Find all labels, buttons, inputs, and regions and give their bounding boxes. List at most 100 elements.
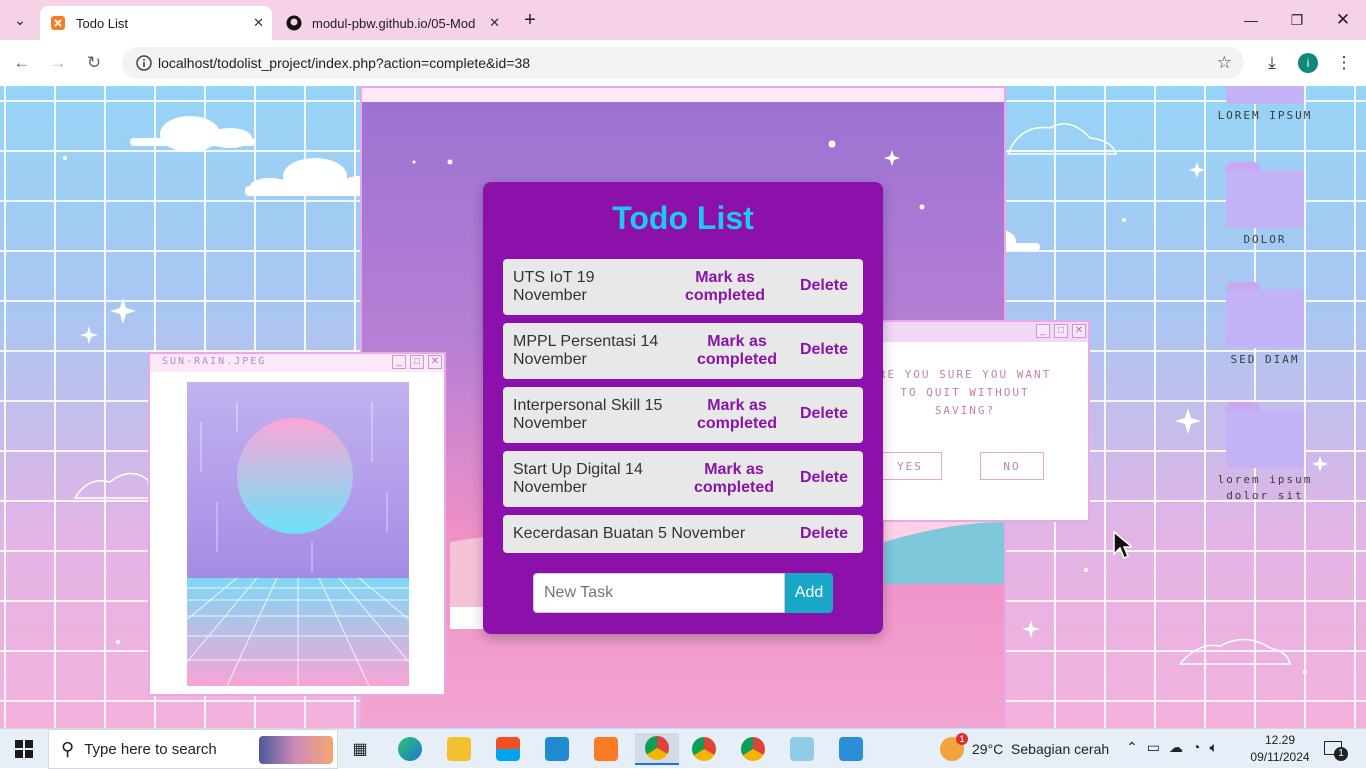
notepad-app[interactable] bbox=[782, 733, 822, 765]
mark-completed-link[interactable]: Mark as completed bbox=[687, 461, 781, 497]
chrome-profile-k-app[interactable] bbox=[684, 733, 724, 765]
delete-link[interactable]: Delete bbox=[800, 469, 848, 487]
menu-button[interactable]: ⋮ bbox=[1332, 51, 1356, 75]
maximize-icon[interactable]: □ bbox=[410, 355, 424, 369]
add-button[interactable]: Add bbox=[785, 573, 833, 613]
address-bar[interactable]: localhost/todolist_project/index.php?act… bbox=[122, 47, 1244, 79]
task-item: UTS IoT 19 November Mark as completed De… bbox=[503, 259, 863, 315]
start-button[interactable] bbox=[4, 733, 44, 765]
close-icon[interactable]: ✕ bbox=[428, 355, 442, 369]
restore-button[interactable]: ❐ bbox=[1274, 0, 1320, 40]
dialog-yes-button[interactable]: YES bbox=[878, 452, 942, 480]
reload-button[interactable]: ↻ bbox=[82, 51, 106, 75]
mark-completed-link[interactable]: Mark as completed bbox=[679, 269, 771, 305]
file-explorer-app[interactable] bbox=[439, 733, 479, 765]
new-task-input[interactable] bbox=[533, 573, 785, 613]
tab-modul-pbw[interactable]: modul-pbw.github.io/05-Modul ✕ bbox=[276, 6, 508, 40]
forward-button[interactable]: → bbox=[46, 51, 70, 75]
xampp-app[interactable] bbox=[586, 733, 626, 765]
edge-app[interactable] bbox=[390, 733, 430, 765]
task-item: Start Up Digital 14 November Mark as com… bbox=[503, 451, 863, 507]
folder-icon bbox=[1226, 282, 1304, 348]
tab-todo-list[interactable]: Todo List ✕ bbox=[40, 6, 272, 40]
search-placeholder: Type here to search bbox=[84, 740, 217, 758]
dialog-no-button[interactable]: NO bbox=[980, 452, 1044, 480]
image-window: SUN-RAIN.JPEG _ □ ✕ bbox=[148, 352, 446, 696]
desktop-folder[interactable]: LOREM IPSUM bbox=[1218, 86, 1310, 124]
reload-icon: ↻ bbox=[86, 53, 102, 72]
window-titlebar: SUN-RAIN.JPEG _ □ ✕ bbox=[150, 354, 444, 372]
task-item-completed: Kecerdasan Buatan 5 November Delete bbox=[503, 515, 863, 553]
folder-icon bbox=[1226, 162, 1304, 228]
delete-link[interactable]: Delete bbox=[800, 341, 848, 359]
search-icon: ⚲ bbox=[61, 738, 75, 759]
downloads-button[interactable]: ⤓ bbox=[1260, 51, 1284, 75]
back-button[interactable]: ← bbox=[10, 51, 34, 75]
kebab-menu-icon: ⋮ bbox=[1335, 53, 1353, 72]
desktop-folder[interactable]: lorem ipsum dolor sit bbox=[1218, 402, 1310, 504]
quit-dialog-window: _ □ ✕ RE YOU SURE YOU WANT TO QUIT WITHO… bbox=[868, 320, 1090, 522]
chevron-up-icon[interactable]: ⌃ bbox=[1126, 739, 1138, 756]
notification-center-button[interactable]: 1 bbox=[1322, 739, 1348, 761]
weather-widget[interactable]: 1 29°C Sebagian cerah bbox=[940, 733, 1109, 761]
delete-link[interactable]: Delete bbox=[800, 277, 848, 295]
close-tab-icon[interactable]: ✕ bbox=[253, 15, 264, 31]
cloud-icon[interactable]: ☁ bbox=[1169, 739, 1183, 756]
page-background: SUN-RAIN.JPEG _ □ ✕ _ □ ✕ RE YOU SURE YO… bbox=[0, 86, 1366, 728]
chrome-app-active[interactable] bbox=[635, 733, 679, 765]
browser-toolbar: ← → ↻ localhost/todolist_project/index.p… bbox=[0, 40, 1366, 86]
notepad-icon bbox=[790, 737, 814, 761]
taskbar-search-box[interactable]: ⚲ Type here to search bbox=[48, 729, 338, 769]
folder-label: LOREM IPSUM bbox=[1217, 109, 1313, 122]
volume-icon[interactable]: 🔈︎ bbox=[1209, 739, 1217, 756]
store-icon bbox=[496, 737, 520, 761]
folder-icon bbox=[1226, 402, 1304, 468]
weather-icon: 1 bbox=[940, 733, 968, 761]
new-tab-button[interactable]: + bbox=[508, 0, 552, 40]
desktop-folder[interactable]: DOLOR bbox=[1226, 162, 1304, 248]
windows-icon bbox=[15, 740, 33, 758]
minimize-button[interactable]: — bbox=[1228, 0, 1274, 40]
tab-title: Todo List bbox=[76, 15, 129, 31]
bookmark-star-icon[interactable]: ☆ bbox=[1217, 53, 1232, 73]
chrome-icon bbox=[645, 736, 669, 760]
site-info-icon[interactable] bbox=[132, 55, 156, 71]
close-window-button[interactable]: ✕ bbox=[1320, 0, 1366, 40]
minimize-icon[interactable]: _ bbox=[1036, 324, 1050, 338]
task-item: MPPL Persentasi 14 November Mark as comp… bbox=[503, 323, 863, 379]
url-text: localhost/todolist_project/index.php?act… bbox=[158, 55, 531, 71]
paint-app[interactable] bbox=[831, 733, 871, 765]
window-title: SUN-RAIN.JPEG bbox=[162, 356, 267, 367]
close-icon[interactable]: ✕ bbox=[1072, 324, 1086, 338]
minimize-icon[interactable]: _ bbox=[392, 355, 406, 369]
github-icon bbox=[286, 15, 302, 31]
plus-icon: + bbox=[524, 8, 536, 31]
folder-label: lorem ipsum dolor sit bbox=[1217, 473, 1313, 502]
desktop-folder[interactable]: SED DIAM bbox=[1226, 282, 1304, 368]
download-icon: ⤓ bbox=[1268, 53, 1276, 72]
mark-completed-link[interactable]: Mark as completed bbox=[689, 333, 785, 369]
task-text: UTS IoT 19 November bbox=[513, 269, 595, 304]
tab-search-button[interactable]: ⌄ bbox=[0, 0, 40, 40]
profile-button[interactable]: i bbox=[1296, 51, 1320, 75]
browser-tab-strip: ⌄ Todo List ✕ modul-pbw.github.io/05-Mod… bbox=[0, 0, 1366, 40]
clock-time: 12.29 bbox=[1264, 733, 1296, 747]
clock-date: 09/11/2024 bbox=[1250, 750, 1310, 764]
wifi-icon[interactable]: ◔ bbox=[1192, 739, 1200, 756]
vscode-app[interactable] bbox=[537, 733, 577, 765]
delete-link[interactable]: Delete bbox=[800, 525, 848, 543]
battery-icon[interactable]: ▭ bbox=[1147, 739, 1160, 756]
task-view-button[interactable]: ▦ bbox=[340, 733, 380, 765]
mark-completed-link[interactable]: Mark as completed bbox=[689, 397, 785, 433]
task-text: MPPL Persentasi 14 November bbox=[513, 333, 659, 368]
clock[interactable]: 12.29 09/11/2024 bbox=[1250, 732, 1310, 766]
chrome-profile-s-app[interactable] bbox=[733, 733, 773, 765]
folder-icon bbox=[1226, 86, 1304, 104]
window-titlebar: _ □ ✕ bbox=[870, 322, 1088, 342]
delete-link[interactable]: Delete bbox=[800, 405, 848, 423]
maximize-icon[interactable]: □ bbox=[1054, 324, 1068, 338]
back-arrow-icon: ← bbox=[13, 53, 31, 72]
close-tab-icon[interactable]: ✕ bbox=[489, 15, 500, 31]
store-app[interactable] bbox=[488, 733, 528, 765]
vscode-icon bbox=[545, 737, 569, 761]
